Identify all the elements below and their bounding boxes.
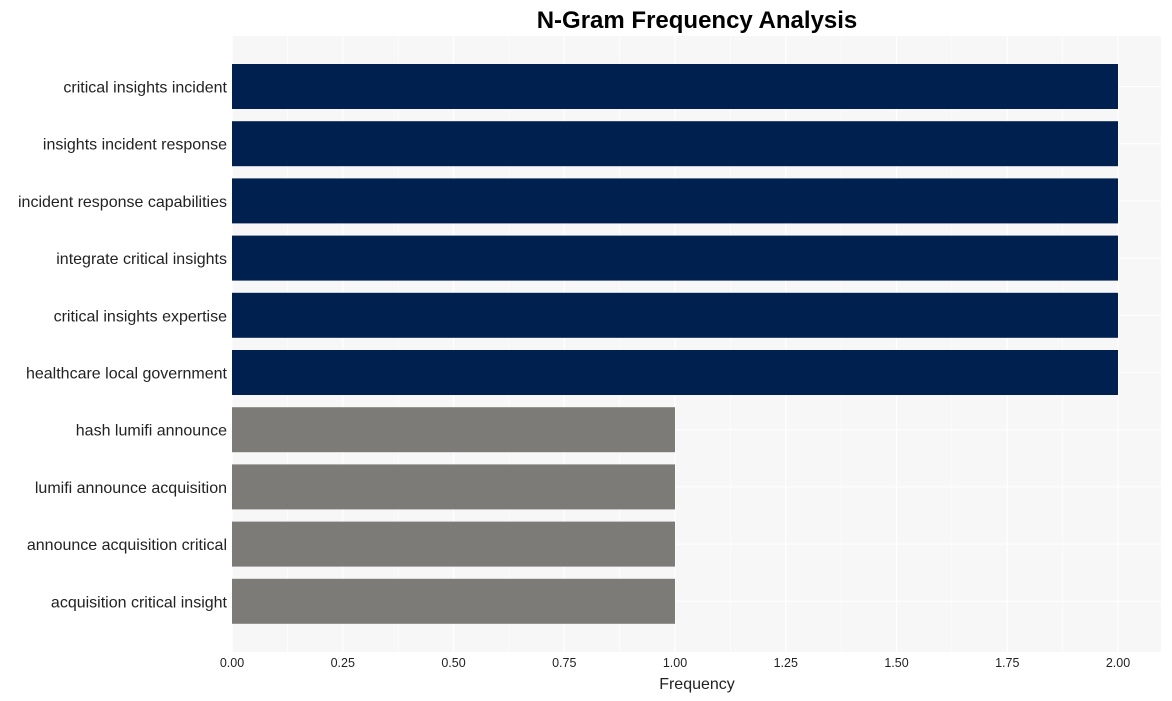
category-label: announce acquisition critical: [27, 537, 227, 554]
bar: [232, 121, 1118, 167]
bar: [232, 292, 1118, 338]
bar: [232, 464, 675, 510]
category-label: acquisition critical insight: [51, 594, 228, 611]
bar: [232, 407, 675, 453]
x-tick-label: 0.50: [441, 656, 465, 670]
x-tick-label: 2.00: [1106, 656, 1130, 670]
bar: [232, 64, 1118, 109]
chart-title: N-Gram Frequency Analysis: [537, 7, 858, 34]
x-tick-label: 0.00: [220, 656, 244, 670]
category-label: insights incident response: [43, 137, 227, 154]
category-label: incident response capabilities: [18, 194, 227, 211]
bar: [232, 178, 1118, 224]
x-tick-label: 1.00: [663, 656, 687, 670]
bar: [232, 235, 1118, 281]
category-label: critical insights expertise: [54, 308, 228, 325]
bar: [232, 521, 675, 567]
x-tick-label: 1.50: [884, 656, 908, 670]
x-axis-label: Frequency: [659, 676, 735, 693]
category-label: integrate critical insights: [56, 251, 227, 268]
ngram-bar-chart: critical insights incident insights incid…: [18, 7, 1161, 693]
x-tick-label: 1.25: [774, 656, 798, 670]
x-tick-label: 0.75: [552, 656, 576, 670]
category-label: healthcare local government: [26, 366, 228, 383]
category-label: critical insights incident: [63, 80, 227, 97]
category-labels: critical insights incident insights incid…: [18, 80, 228, 612]
bar: [232, 350, 1118, 395]
category-label: lumifi announce acquisition: [35, 480, 227, 497]
bar: [232, 578, 675, 624]
category-label: hash lumifi announce: [76, 423, 227, 440]
x-tick-label: 1.75: [995, 656, 1019, 670]
x-tick-labels: 0.00 0.25 0.50 0.75 1.00 1.25 1.50 1.75 2.00: [220, 656, 1130, 670]
x-tick-label: 0.25: [331, 656, 355, 670]
